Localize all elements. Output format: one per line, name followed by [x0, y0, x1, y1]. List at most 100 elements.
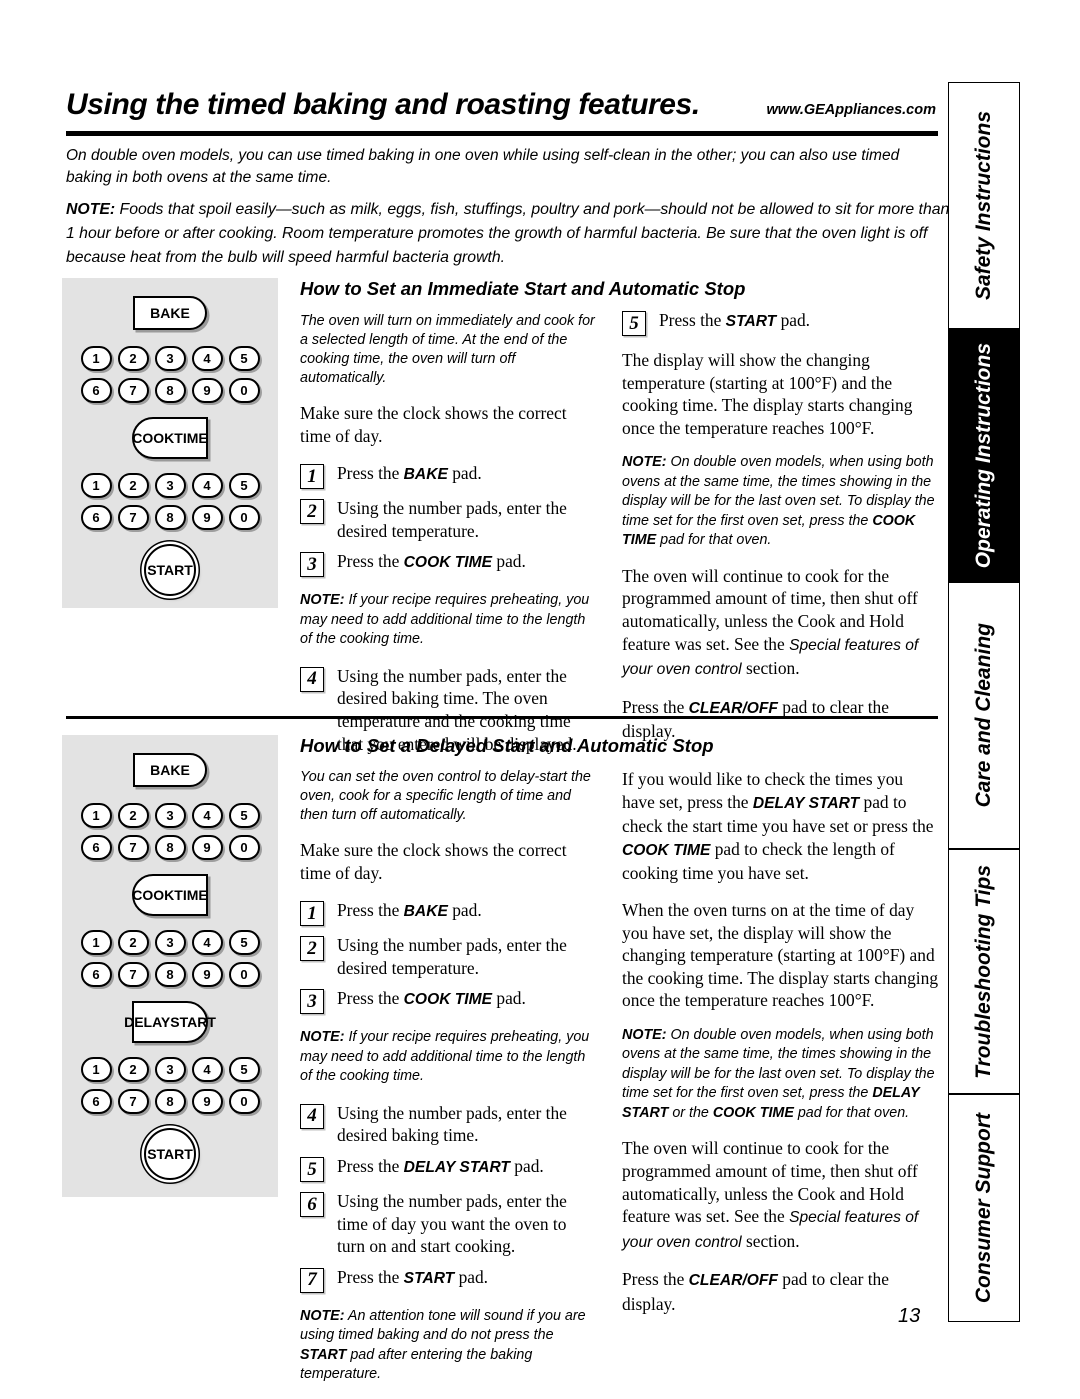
section2-right-column: If you would like to check the times you… — [622, 768, 940, 1330]
number-key[interactable]: 3 — [154, 346, 186, 371]
step-4: 4 Using the number pads, enter the desir… — [300, 1101, 596, 1147]
number-key[interactable]: 2 — [117, 803, 149, 828]
number-key[interactable]: 1 — [80, 346, 112, 371]
sidebar-tab-consumer-support[interactable]: Consumer Support — [948, 1094, 1020, 1322]
clear-pre: Press the — [622, 696, 689, 717]
number-key[interactable]: 4 — [191, 1057, 223, 1082]
number-key[interactable]: 6 — [80, 505, 112, 530]
sidebar-tab-safety-instructions[interactable]: Safety Instructions — [948, 82, 1020, 329]
number-key[interactable]: 3 — [154, 473, 186, 498]
step-3: 3 Press the COOK TIME pad. — [300, 986, 596, 1015]
sidebar-tab-care-and-cleaning[interactable]: Care and Cleaning — [948, 582, 1020, 849]
number-key[interactable]: 0 — [228, 378, 260, 403]
number-key[interactable]: 9 — [191, 505, 223, 530]
number-key[interactable]: 8 — [154, 835, 186, 860]
step-number: 7 — [300, 1267, 324, 1293]
start-pad[interactable]: START — [144, 544, 196, 596]
number-key[interactable]: 5 — [228, 1057, 260, 1082]
step-text: Using the number pads, enter the desired… — [337, 498, 567, 541]
section1-clock-note: Make sure the clock shows the correct ti… — [300, 403, 567, 446]
number-key[interactable]: 8 — [154, 962, 186, 987]
number-key[interactable]: 2 — [117, 1057, 149, 1082]
note-text-b: pad for that oven. — [793, 1104, 910, 1121]
step-post: pad. — [447, 900, 482, 921]
section-divider — [66, 716, 938, 719]
number-key[interactable]: 0 — [228, 505, 260, 530]
pad-name: COOK TIME — [403, 554, 493, 572]
cook-time-line1: COOK — [132, 430, 175, 446]
number-key[interactable]: 6 — [80, 962, 112, 987]
step-text: Press the COOK TIME pad. — [337, 986, 526, 1012]
start-pad[interactable]: START — [144, 1128, 196, 1180]
section2-clock-note: Make sure the clock shows the correct ti… — [300, 840, 567, 883]
step-pre: Press the — [337, 463, 404, 484]
number-key[interactable]: 0 — [228, 835, 260, 860]
number-key[interactable]: 1 — [80, 473, 112, 498]
delay-start-pad[interactable]: DELAY START — [124, 1001, 216, 1043]
step-post: pad. — [492, 551, 526, 572]
number-key[interactable]: 6 — [80, 378, 112, 403]
number-key[interactable]: 0 — [228, 1089, 260, 1114]
pad-name: DELAY START — [752, 794, 860, 812]
number-key[interactable]: 1 — [80, 1057, 112, 1082]
number-key[interactable]: 7 — [117, 1089, 149, 1114]
cook-time-pad[interactable]: COOK TIME — [132, 417, 208, 459]
number-key[interactable]: 8 — [154, 1089, 186, 1114]
number-key[interactable]: 2 — [117, 473, 149, 498]
note-label: NOTE: — [300, 592, 345, 609]
section-heading-delayed-start: How to Set a Delayed Start and Automatic… — [300, 735, 714, 756]
number-key[interactable]: 5 — [228, 930, 260, 955]
step-2: 2 Using the number pads, enter the desir… — [300, 496, 596, 542]
step-pre: Press the — [337, 988, 404, 1009]
number-key[interactable]: 2 — [117, 346, 149, 371]
pad-name: BAKE — [403, 466, 448, 484]
step-text: Press the COOK TIME pad. — [337, 549, 526, 575]
delay-start-line2: START — [170, 1014, 216, 1030]
number-key[interactable]: 3 — [154, 803, 186, 828]
pad-name: COOK TIME — [622, 841, 711, 859]
cook-time-pad[interactable]: COOK TIME — [132, 874, 208, 916]
number-key[interactable]: 5 — [228, 803, 260, 828]
number-key[interactable]: 8 — [154, 378, 186, 403]
sidebar-tab-operating-instructions[interactable]: Operating Instructions — [948, 329, 1020, 582]
number-key[interactable]: 8 — [154, 505, 186, 530]
number-key[interactable]: 7 — [117, 378, 149, 403]
step-pre: Press the — [337, 1266, 404, 1287]
number-key[interactable]: 9 — [191, 835, 223, 860]
step-2: 2 Using the number pads, enter the desir… — [300, 933, 596, 979]
number-key[interactable]: 9 — [191, 962, 223, 987]
number-key[interactable]: 6 — [80, 835, 112, 860]
step-1: 1 Press the BAKE pad. — [300, 461, 596, 490]
bake-pad[interactable]: BAKE — [133, 296, 207, 330]
step-number: 2 — [300, 936, 324, 962]
step-number: 2 — [300, 499, 324, 525]
section1-right-column: 5 Press the START pad. The display will … — [622, 308, 940, 757]
number-key[interactable]: 0 — [228, 962, 260, 987]
sidebar-tab-troubleshooting-tips[interactable]: Troubleshooting Tips — [948, 849, 1020, 1094]
number-key[interactable]: 4 — [191, 473, 223, 498]
number-key[interactable]: 4 — [191, 930, 223, 955]
number-key[interactable]: 3 — [154, 930, 186, 955]
number-key[interactable]: 7 — [117, 505, 149, 530]
step-pre: Press the — [337, 1156, 404, 1177]
number-key[interactable]: 9 — [191, 1089, 223, 1114]
note-label: NOTE: — [300, 1307, 345, 1324]
bake-pad[interactable]: BAKE — [133, 753, 207, 787]
number-key[interactable]: 4 — [191, 803, 223, 828]
number-key[interactable]: 1 — [80, 930, 112, 955]
continue-post: section. — [741, 658, 800, 679]
number-key[interactable]: 7 — [117, 835, 149, 860]
number-key[interactable]: 4 — [191, 346, 223, 371]
number-key[interactable]: 2 — [117, 930, 149, 955]
step-pre: Press the — [659, 310, 726, 330]
number-key[interactable]: 5 — [228, 346, 260, 371]
number-key[interactable]: 9 — [191, 378, 223, 403]
number-key[interactable]: 3 — [154, 1057, 186, 1082]
sidebar-tab-label: Operating Instructions — [972, 342, 995, 569]
number-key[interactable]: 1 — [80, 803, 112, 828]
number-key[interactable]: 5 — [228, 473, 260, 498]
step-7: 7 Press the START pad. — [300, 1265, 596, 1293]
number-key[interactable]: 7 — [117, 962, 149, 987]
number-key[interactable]: 6 — [80, 1089, 112, 1114]
website-url[interactable]: www.GEAppliances.com — [767, 102, 936, 118]
